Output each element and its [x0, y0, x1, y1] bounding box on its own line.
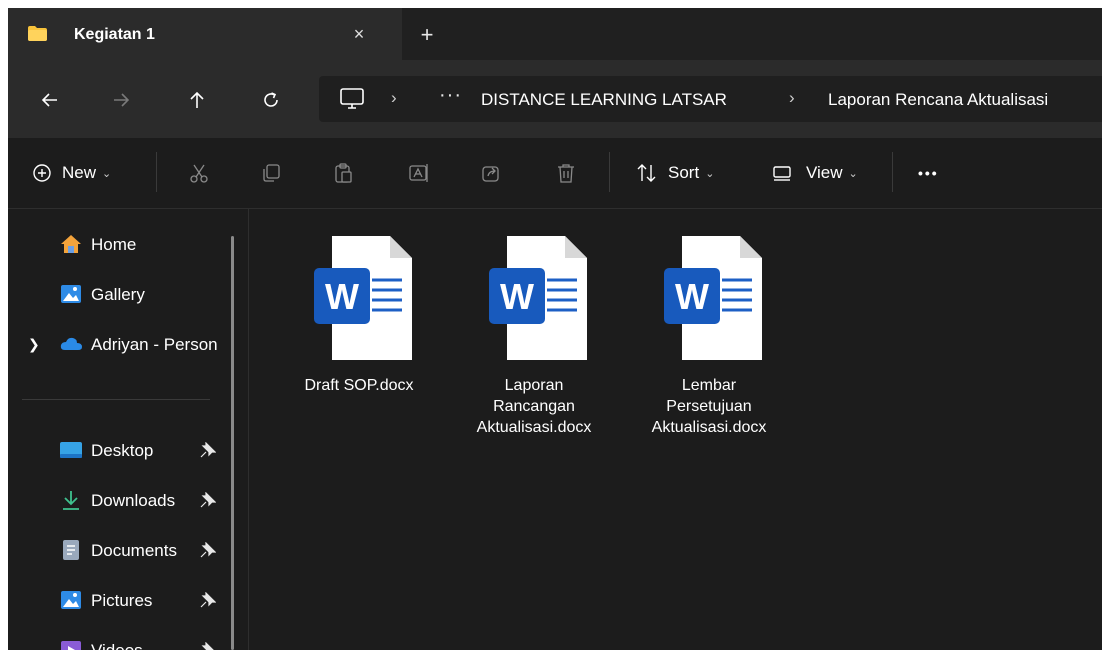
sort-button[interactable]: Sort ⌄	[636, 160, 714, 186]
paste-icon	[335, 163, 352, 183]
pin-icon[interactable]	[200, 442, 216, 458]
sidebar-item-downloads[interactable]: Downloads	[8, 480, 230, 520]
home-icon	[61, 235, 81, 253]
videos-icon	[61, 641, 81, 650]
sidebar-item-label: Desktop	[91, 441, 154, 460]
word-document-icon: W	[664, 236, 762, 360]
sidebar-item-gallery[interactable]: Gallery	[8, 274, 230, 314]
svg-text:W: W	[325, 276, 359, 317]
rename-button[interactable]	[406, 160, 432, 186]
svg-text:W: W	[675, 276, 709, 317]
sidebar-item-pictures[interactable]: Pictures	[8, 580, 230, 620]
downloads-icon	[63, 491, 79, 510]
delete-button[interactable]	[553, 160, 579, 186]
breadcrumb-overflow[interactable]: ···	[439, 84, 462, 107]
tab-title: Kegiatan 1	[74, 26, 155, 43]
sidebar-item-label: Documents	[91, 541, 177, 560]
file-item[interactable]: W Lembar Persetujuan Aktualisasi.docx	[634, 229, 784, 449]
chevron-down-icon: ⌄	[705, 167, 715, 180]
desktop-icon	[60, 442, 82, 458]
sidebar-item-onedrive[interactable]: ❯ Adriyan - Person	[8, 324, 230, 364]
command-bar: New ⌄ Sort ⌄ View ⌄ •••	[8, 138, 1102, 209]
gallery-icon	[61, 285, 81, 303]
cut-icon	[190, 164, 208, 183]
sidebar-item-label: Adriyan - Person	[91, 335, 218, 354]
breadcrumb-distance-learning[interactable]: DISTANCE LEARNING LATSAR	[481, 90, 727, 110]
file-explorer-window: Kegiatan 1 × + › ··· DISTANCE LEARNING L…	[8, 8, 1102, 650]
add-circle-icon	[33, 164, 51, 182]
file-name: Draft SOP.docx	[304, 377, 414, 394]
folder-icon	[28, 26, 47, 41]
sidebar-item-label: Downloads	[91, 491, 176, 510]
sidebar-item-videos[interactable]: Videos	[8, 630, 230, 650]
file-name: Lembar Persetujuan Aktualisasi.docx	[651, 377, 767, 436]
arrow-right-icon	[114, 93, 130, 107]
refresh-button[interactable]	[256, 86, 286, 114]
scrollbar[interactable]	[231, 236, 234, 650]
up-button[interactable]	[182, 86, 212, 114]
word-document-icon: W	[314, 236, 412, 360]
documents-icon	[63, 540, 79, 560]
file-item[interactable]: W Laporan Rancangan Aktualisasi.docx	[459, 229, 609, 449]
sidebar-item-documents[interactable]: Documents	[8, 530, 230, 570]
copy-button[interactable]	[258, 160, 284, 186]
new-tab-button[interactable]: +	[413, 22, 441, 50]
chevron-down-icon: ⌄	[848, 167, 858, 180]
onedrive-icon	[60, 337, 82, 350]
forward-button[interactable]	[106, 86, 136, 114]
sort-label: Sort	[668, 163, 700, 182]
file-list: W Draft SOP.docx W Laporan Rancangan Akt…	[249, 209, 1102, 650]
arrow-left-icon	[41, 93, 57, 107]
more-options-button[interactable]: •••	[918, 160, 939, 186]
pin-icon[interactable]	[200, 642, 216, 650]
pin-icon[interactable]	[200, 492, 216, 508]
pin-icon[interactable]	[200, 542, 216, 558]
tab-strip: Kegiatan 1 × +	[8, 8, 1102, 60]
refresh-icon	[264, 92, 278, 107]
sidebar-item-label: Gallery	[91, 285, 145, 304]
rename-icon	[409, 164, 428, 182]
arrow-up-icon	[190, 91, 204, 108]
tab-kegiatan[interactable]: Kegiatan 1 ×	[8, 8, 402, 60]
navigation-pane: Home Gallery ❯ Adriyan - Person Desktop	[8, 209, 248, 650]
navigation-bar: › ··· DISTANCE LEARNING LATSAR › Laporan…	[8, 60, 1102, 138]
sidebar-item-desktop[interactable]: Desktop	[8, 430, 230, 470]
sidebar-item-label: Videos	[91, 641, 143, 650]
breadcrumb-laporan[interactable]: Laporan Rencana Aktualisasi	[828, 90, 1048, 110]
file-item[interactable]: W Draft SOP.docx	[284, 229, 434, 449]
back-button[interactable]	[35, 86, 65, 114]
share-button[interactable]	[478, 160, 504, 186]
trash-icon	[558, 164, 574, 183]
paste-button[interactable]	[330, 160, 356, 186]
pin-icon[interactable]	[200, 592, 216, 608]
sidebar-item-home[interactable]: Home	[8, 224, 230, 264]
view-icon	[773, 166, 791, 181]
this-pc-icon	[340, 88, 364, 109]
new-label: New	[62, 163, 97, 182]
file-name: Laporan Rancangan Aktualisasi.docx	[476, 377, 592, 436]
pictures-icon	[61, 591, 81, 609]
close-tab-icon[interactable]: ×	[347, 22, 371, 46]
divider	[22, 399, 210, 400]
chevron-right-icon[interactable]: ❯	[28, 336, 40, 353]
svg-text:W: W	[500, 276, 534, 317]
view-button[interactable]: View ⌄	[772, 160, 858, 186]
sidebar-item-label: Pictures	[91, 591, 153, 610]
chevron-down-icon: ⌄	[102, 167, 112, 180]
chevron-right-icon[interactable]: ›	[391, 88, 397, 108]
address-bar[interactable]: › ··· DISTANCE LEARNING LATSAR › Laporan…	[319, 76, 1102, 122]
view-label: View	[806, 163, 843, 182]
new-button[interactable]: New ⌄	[32, 160, 111, 186]
word-document-icon: W	[489, 236, 587, 360]
sort-icon	[637, 164, 656, 182]
share-icon	[482, 166, 499, 182]
cut-button[interactable]	[186, 160, 212, 186]
chevron-right-icon[interactable]: ›	[789, 88, 795, 108]
copy-icon	[263, 164, 280, 182]
sidebar-item-label: Home	[91, 235, 137, 254]
